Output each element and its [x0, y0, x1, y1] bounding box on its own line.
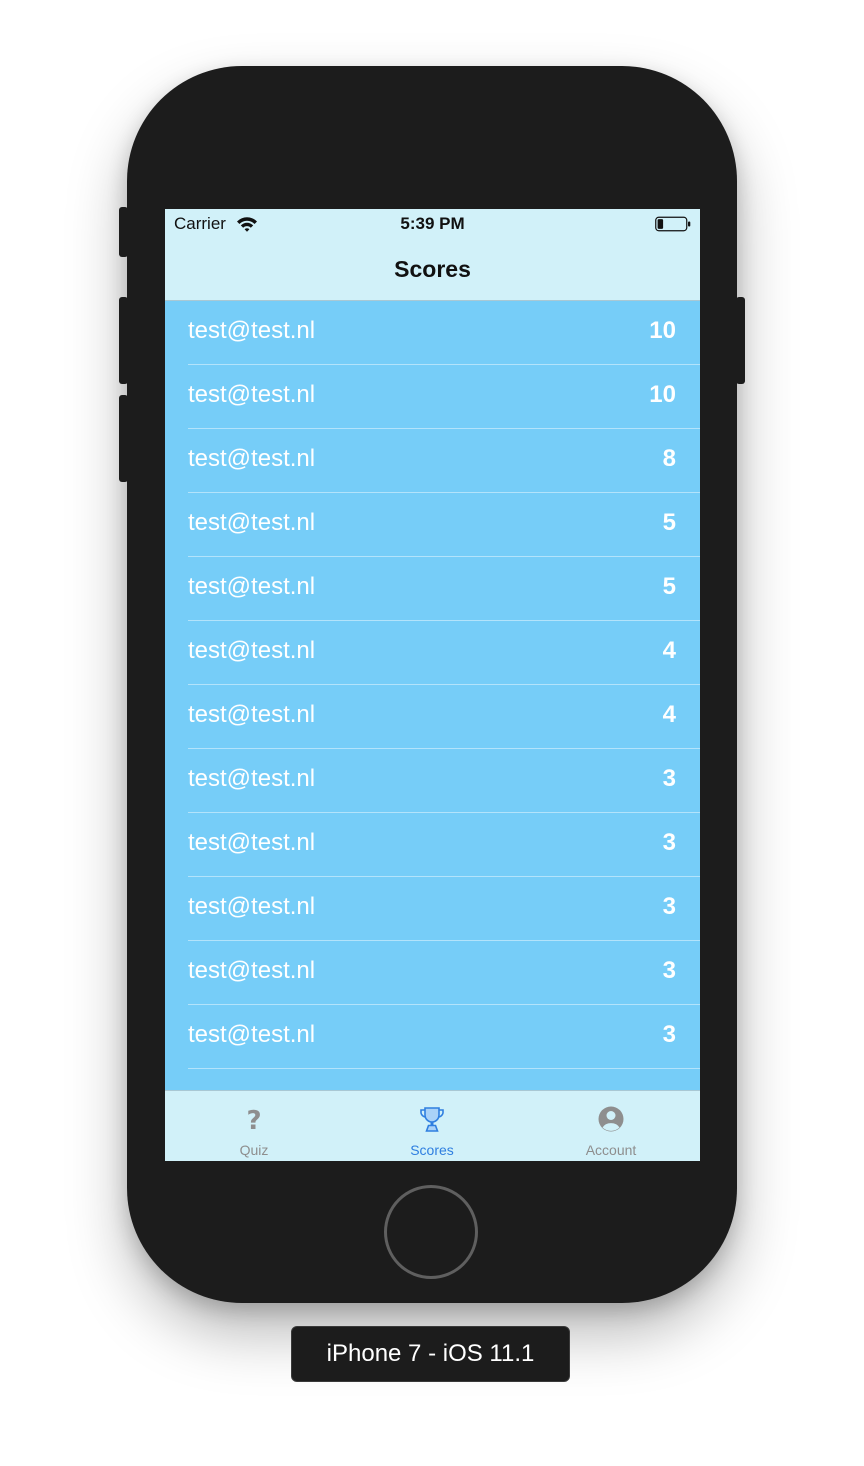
- score-row-value: 3: [662, 829, 676, 856]
- score-row-value: 3: [662, 957, 676, 984]
- simulator-stage: Carrier 5:39 PM Scores test@test.nl 10 tes…: [0, 0, 864, 1466]
- score-row-email: test@test.nl: [188, 829, 316, 856]
- score-row[interactable]: test@test.nl 3: [165, 941, 700, 1005]
- tab-quiz[interactable]: ? Quiz: [165, 1091, 343, 1161]
- score-row-value: 4: [662, 637, 676, 664]
- score-row-value: 8: [662, 445, 676, 472]
- score-row-email: test@test.nl: [188, 381, 316, 408]
- app-screen: Carrier 5:39 PM Scores test@test.nl 10 tes…: [165, 209, 700, 1161]
- score-row[interactable]: test@test.nl 5: [165, 493, 700, 557]
- score-row[interactable]: test@test.nl 4: [165, 685, 700, 749]
- score-row-value: 3: [662, 1021, 676, 1048]
- page-title: Scores: [394, 256, 471, 282]
- score-row[interactable]: test@test.nl 4: [165, 621, 700, 685]
- score-row-email: test@test.nl: [188, 701, 316, 728]
- account-icon: [598, 1106, 624, 1132]
- tab-quiz-label: Quiz: [239, 1142, 269, 1158]
- score-row[interactable]: test@test.nl 3: [165, 749, 700, 813]
- score-row-email: test@test.nl: [188, 509, 316, 536]
- home-button[interactable]: [384, 1185, 478, 1279]
- battery-icon: [655, 216, 691, 232]
- tab-account-label: Account: [585, 1142, 637, 1158]
- tab-account[interactable]: Account: [522, 1091, 700, 1161]
- status-bar: Carrier 5:39 PM: [165, 209, 700, 239]
- score-row-value: 3: [662, 765, 676, 792]
- score-row-value: 10: [649, 317, 676, 344]
- score-row[interactable]: test@test.nl 3: [165, 877, 700, 941]
- power-button: [736, 297, 745, 384]
- scores-list[interactable]: test@test.nl 10 test@test.nl 10 test@test.nl…: [165, 301, 700, 1090]
- status-time: 5:39 PM: [400, 214, 465, 233]
- navigation-bar: Scores: [165, 239, 700, 301]
- volume-up-button: [119, 297, 128, 384]
- score-row-value: 5: [662, 573, 676, 600]
- volume-down-button: [119, 395, 128, 482]
- score-row-email: test@test.nl: [188, 957, 316, 984]
- tab-scores[interactable]: Scores: [343, 1091, 521, 1161]
- score-row-email: test@test.nl: [188, 573, 316, 600]
- score-row-email: test@test.nl: [188, 637, 316, 664]
- score-row-email: test@test.nl: [188, 445, 316, 472]
- simulator-device-label: iPhone 7 - iOS 11.1: [291, 1326, 570, 1382]
- score-row-value: 5: [662, 509, 676, 536]
- score-row-value: 10: [649, 381, 676, 408]
- score-row[interactable]: test@test.nl 3: [165, 1005, 700, 1069]
- score-row-value: 4: [662, 701, 676, 728]
- score-row[interactable]: test@test.nl 10: [165, 301, 700, 365]
- score-row[interactable]: test@test.nl 10: [165, 365, 700, 429]
- svg-text:?: ?: [246, 1106, 261, 1134]
- tab-bar: ? Quiz Scores Account: [165, 1090, 700, 1161]
- score-row-email: test@test.nl: [188, 1021, 316, 1048]
- score-row-email: test@test.nl: [188, 317, 316, 344]
- tab-scores-label: Scores: [410, 1142, 454, 1158]
- score-row[interactable]: test@test.nl 3: [165, 813, 700, 877]
- trophy-icon: [420, 1107, 444, 1132]
- mute-switch: [119, 207, 128, 257]
- score-row[interactable]: test@test.nl 5: [165, 557, 700, 621]
- score-row-email: test@test.nl: [188, 765, 316, 792]
- score-row-email: test@test.nl: [188, 893, 316, 920]
- question-icon: ?: [246, 1106, 261, 1134]
- score-row-value: 3: [662, 893, 676, 920]
- score-row[interactable]: test@test.nl 8: [165, 429, 700, 493]
